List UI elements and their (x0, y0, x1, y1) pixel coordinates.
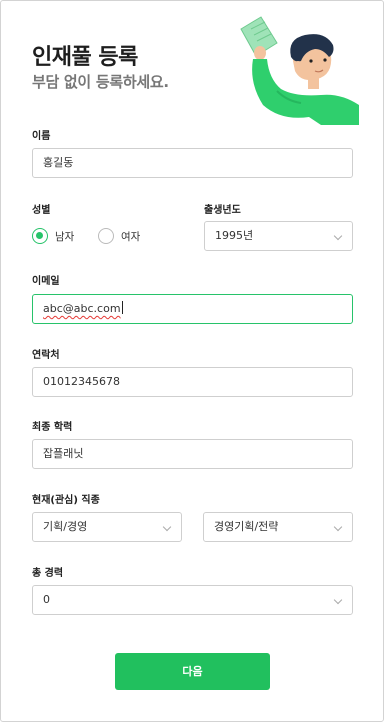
career-label: 총 경력 (32, 568, 64, 579)
person-holding-paper-illustration (240, 16, 359, 125)
gender-option-male-label: 남자 (55, 230, 75, 243)
radio-selected-icon (32, 228, 48, 244)
gender-radio-male[interactable]: 남자 (32, 228, 74, 244)
email-label: 이메일 (32, 276, 60, 287)
email-value: abc@abc.com (43, 302, 121, 315)
name-label: 이름 (32, 131, 51, 142)
education-label: 최종 학력 (32, 422, 73, 433)
phone-label: 연락처 (32, 350, 60, 361)
birth-year-select[interactable]: 1995년 (204, 221, 353, 251)
page-title: 인재풀 등록 (32, 45, 138, 70)
job-category-select[interactable]: 기획/경영 (32, 512, 182, 542)
birth-year-value: 1995년 (215, 229, 254, 242)
text-cursor (121, 301, 123, 314)
phone-input[interactable]: 01012345678 (32, 367, 353, 397)
education-value: 잡플래닛 (43, 447, 84, 460)
career-value: 0 (43, 593, 50, 606)
job-label: 현재(관심) 직종 (32, 495, 100, 506)
radio-unselected-icon (98, 228, 114, 244)
gender-radio-female[interactable]: 여자 (98, 228, 140, 244)
job-subcategory-value: 경영기획/전략 (214, 520, 279, 533)
career-select[interactable]: 0 (32, 585, 353, 615)
gender-option-female-label: 여자 (121, 230, 141, 243)
page-subtitle: 부담 없이 등록하세요. (32, 73, 169, 91)
name-input[interactable]: 홍길동 (32, 148, 353, 178)
job-subcategory-select[interactable]: 경영기획/전략 (203, 512, 353, 542)
next-button[interactable]: 다음 (115, 653, 270, 690)
chevron-down-icon (333, 231, 343, 241)
job-category-value: 기획/경영 (43, 520, 88, 533)
education-input[interactable]: 잡플래닛 (32, 439, 353, 469)
birth-year-label: 출생년도 (204, 205, 241, 216)
gender-label: 성별 (32, 205, 51, 216)
name-value: 홍길동 (43, 156, 74, 169)
chevron-down-icon (162, 522, 172, 532)
chevron-down-icon (333, 595, 343, 605)
phone-value: 01012345678 (43, 375, 120, 388)
email-input[interactable]: abc@abc.com (32, 294, 353, 324)
registration-form-panel: 인재풀 등록 부담 없이 등록하세요. 이름 홍길동 성별 남자 여자 출생년도… (0, 0, 384, 722)
chevron-down-icon (333, 522, 343, 532)
